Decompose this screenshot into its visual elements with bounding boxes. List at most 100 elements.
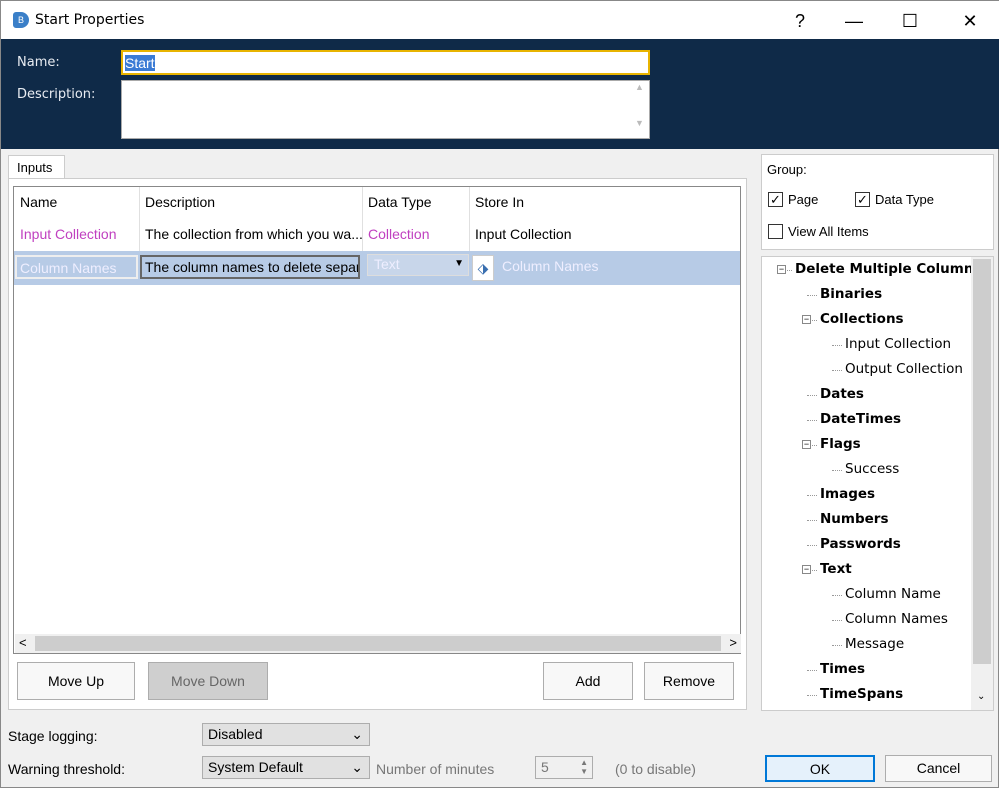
warning-threshold-select[interactable]: System Default ⌄ bbox=[202, 756, 370, 779]
tree-item[interactable]: Times bbox=[820, 661, 865, 677]
name-value: Start bbox=[125, 55, 155, 71]
tab-inputs[interactable]: Inputs bbox=[8, 155, 65, 179]
name-label: Name: bbox=[17, 55, 60, 70]
app-icon: B bbox=[13, 12, 29, 28]
view-all-checkbox[interactable] bbox=[768, 224, 783, 239]
column-header-description[interactable]: Description bbox=[139, 187, 362, 217]
dropdown-arrow-icon: ▼ bbox=[454, 258, 464, 269]
tree-connector bbox=[832, 595, 842, 596]
column-header-data-type[interactable]: Data Type bbox=[362, 187, 469, 217]
help-button[interactable]: ? bbox=[777, 7, 823, 35]
collapse-icon[interactable]: − bbox=[802, 315, 811, 324]
tree-item[interactable]: Success bbox=[845, 461, 899, 477]
row-data-type[interactable]: Collection bbox=[362, 219, 469, 249]
tree-item[interactable]: Text bbox=[820, 561, 852, 577]
minutes-stepper[interactable]: 5 ▲ ▼ bbox=[535, 756, 593, 779]
stepper-arrows-icon[interactable]: ▲ ▼ bbox=[580, 758, 588, 776]
tree-item[interactable]: Column Name bbox=[845, 586, 941, 602]
table-row-selected[interactable]: Column Names The column names to delete … bbox=[14, 251, 740, 285]
tree-item[interactable]: Output Collection bbox=[845, 361, 963, 377]
tree-item[interactable]: Numbers bbox=[820, 511, 889, 527]
remove-button[interactable]: Remove bbox=[644, 662, 734, 700]
tree-connector bbox=[832, 645, 842, 646]
warning-threshold-value: System Default bbox=[208, 759, 303, 775]
minutes-label: Number of minutes bbox=[376, 761, 495, 777]
horizontal-scrollbar[interactable]: < > bbox=[15, 634, 741, 653]
chevron-down-icon: ⌄ bbox=[351, 759, 363, 775]
tree-connector bbox=[807, 495, 817, 496]
scroll-right-icon[interactable]: > bbox=[729, 635, 737, 650]
tree-item[interactable]: Message bbox=[845, 636, 904, 652]
tree-connector bbox=[832, 470, 842, 471]
window-title: Start Properties bbox=[35, 12, 145, 28]
maximize-button[interactable]: ☐ bbox=[887, 7, 933, 35]
scroll-left-icon[interactable]: < bbox=[19, 635, 27, 650]
tree-item[interactable]: Passwords bbox=[820, 536, 901, 552]
data-item-picker-icon[interactable]: ⬗ bbox=[472, 255, 494, 281]
tree-item[interactable]: Collections bbox=[820, 311, 904, 327]
group-label: Group: bbox=[767, 162, 807, 177]
column-header-name[interactable]: Name bbox=[14, 187, 139, 217]
tree-item[interactable]: TimeSpans bbox=[820, 686, 903, 702]
data-type-checkbox[interactable]: ✓ bbox=[855, 192, 870, 207]
row-description[interactable]: The collection from which you wa... bbox=[139, 219, 362, 249]
description-input[interactable]: ▲ ▼ bbox=[121, 80, 650, 139]
scrollbar-thumb[interactable] bbox=[35, 636, 721, 651]
cancel-button[interactable]: Cancel bbox=[885, 755, 992, 782]
data-type-checkbox-label[interactable]: Data Type bbox=[875, 192, 934, 207]
disable-hint: (0 to disable) bbox=[615, 761, 696, 777]
tree-item[interactable]: Input Collection bbox=[845, 336, 951, 352]
scroll-down-icon[interactable]: ⌄ bbox=[977, 691, 985, 702]
minimize-button[interactable]: — bbox=[831, 7, 877, 35]
page-checkbox-label[interactable]: Page bbox=[788, 192, 818, 207]
collapse-icon[interactable]: − bbox=[802, 440, 811, 449]
ok-button[interactable]: OK bbox=[765, 755, 875, 782]
tree-connector bbox=[807, 295, 817, 296]
name-input[interactable]: Start bbox=[121, 50, 650, 75]
tree-connector bbox=[832, 345, 842, 346]
group-panel: Group: ✓ Page ✓ Data Type View All Items bbox=[761, 154, 994, 250]
collapse-icon[interactable]: − bbox=[777, 265, 786, 274]
tree-item[interactable]: Binaries bbox=[820, 286, 882, 302]
description-label: Description: bbox=[17, 87, 96, 102]
column-header-store-in[interactable]: Store In bbox=[469, 187, 669, 217]
collapse-icon[interactable]: − bbox=[802, 565, 811, 574]
inputs-grid: Name Description Data Type Store In Inpu… bbox=[13, 186, 741, 654]
stage-logging-value: Disabled bbox=[208, 726, 263, 742]
minutes-value: 5 bbox=[541, 759, 549, 775]
move-up-button[interactable]: Move Up bbox=[17, 662, 135, 700]
tree-item[interactable]: DateTimes bbox=[820, 411, 901, 427]
row-name-input[interactable]: Column Names bbox=[15, 255, 138, 279]
chevron-down-icon: ⌄ bbox=[351, 726, 363, 742]
tree-item[interactable]: Delete Multiple Columns bbox=[795, 261, 982, 277]
tree-connector bbox=[807, 545, 817, 546]
tree-vertical-scrollbar[interactable]: ⌄ bbox=[971, 257, 993, 710]
row-data-type-select[interactable]: Text ▼ bbox=[367, 254, 469, 276]
tree-connector bbox=[807, 420, 817, 421]
row-description-input[interactable]: The column names to delete separat bbox=[140, 255, 360, 279]
stage-logging-select[interactable]: Disabled ⌄ bbox=[202, 723, 370, 746]
tree-item[interactable]: Images bbox=[820, 486, 875, 502]
tree-connector bbox=[832, 620, 842, 621]
tree-connector bbox=[807, 670, 817, 671]
close-button[interactable]: ✕ bbox=[947, 7, 993, 35]
view-all-checkbox-label[interactable]: View All Items bbox=[788, 224, 869, 239]
scrollbar-thumb[interactable] bbox=[973, 259, 991, 664]
page-checkbox[interactable]: ✓ bbox=[768, 192, 783, 207]
warning-threshold-label: Warning threshold: bbox=[8, 761, 125, 777]
description-scrollbar[interactable]: ▲ ▼ bbox=[631, 82, 648, 137]
tree-item[interactable]: Dates bbox=[820, 386, 864, 402]
tree-connector bbox=[807, 695, 817, 696]
move-down-button[interactable]: Move Down bbox=[148, 662, 268, 700]
tree-item[interactable]: Column Names bbox=[845, 611, 948, 627]
add-button[interactable]: Add bbox=[543, 662, 633, 700]
tree-item[interactable]: Flags bbox=[820, 436, 861, 452]
row-store-in[interactable]: Input Collection bbox=[469, 219, 669, 249]
tree-connector bbox=[807, 520, 817, 521]
data-items-tree: Delete Multiple Columns − Binaries Collecti… bbox=[761, 256, 994, 711]
row-store-in-value[interactable]: Column Names bbox=[496, 251, 696, 281]
stage-logging-label: Stage logging: bbox=[8, 728, 98, 744]
tree-connector bbox=[807, 395, 817, 396]
row-name[interactable]: Input Collection bbox=[14, 219, 139, 249]
title-bar: B Start Properties ? — ☐ ✕ bbox=[1, 1, 999, 39]
